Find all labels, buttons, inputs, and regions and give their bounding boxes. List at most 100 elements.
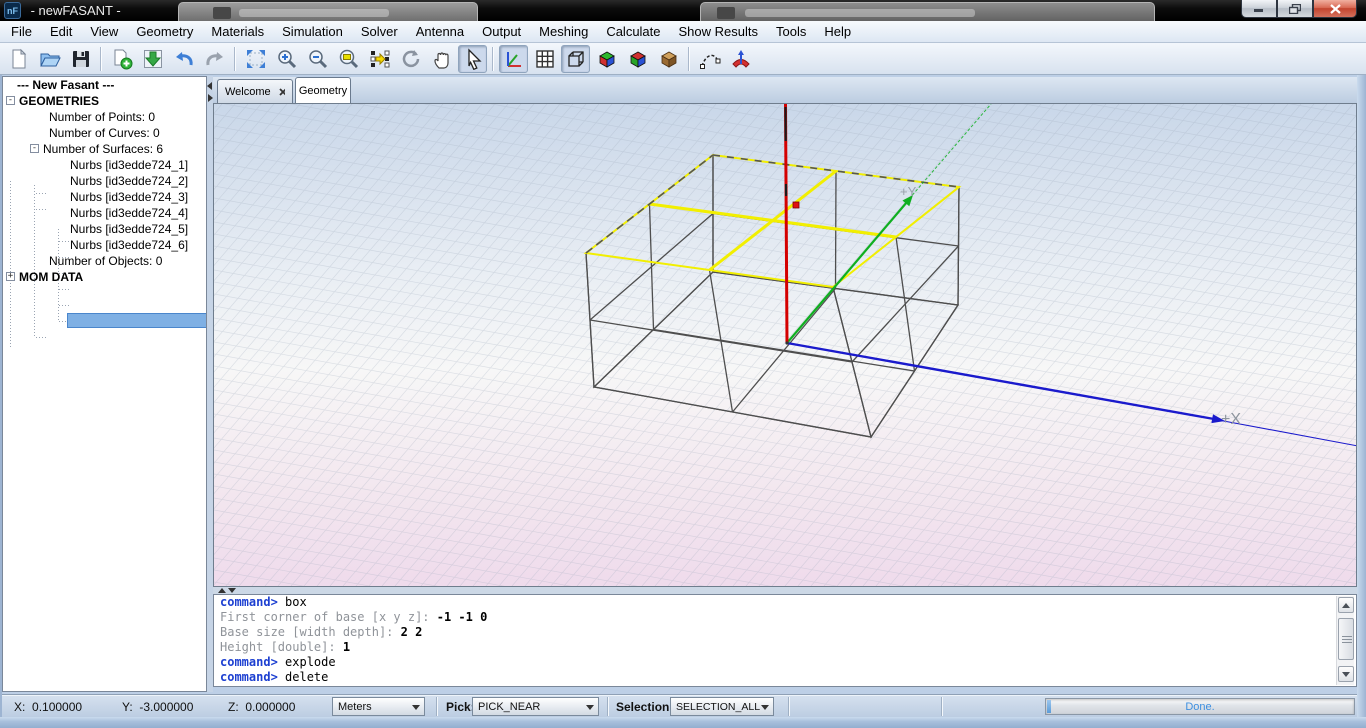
fit-view-button[interactable] (241, 45, 270, 73)
status-separator (436, 697, 438, 716)
tab-close-icon[interactable] (279, 88, 285, 96)
expand-up-icon[interactable] (218, 588, 226, 593)
rotate-view-icon (400, 48, 422, 70)
tree-item-points[interactable]: Number of Points: 0 (49, 110, 155, 125)
restore-button[interactable] (1277, 0, 1313, 18)
rotate-view-button[interactable] (396, 45, 425, 73)
minimize-button[interactable] (1241, 0, 1277, 18)
select-cursor-button[interactable] (458, 45, 487, 73)
menu-show-results[interactable]: Show Results (670, 21, 767, 42)
units-combobox[interactable]: Meters (332, 697, 425, 716)
close-icon (1330, 4, 1341, 14)
view-wireframe-button[interactable] (561, 45, 590, 73)
zoom-window-icon (338, 48, 360, 70)
tree-item-curves[interactable]: Number of Curves: 0 (49, 126, 160, 141)
tree-guide (59, 305, 69, 306)
tree-root[interactable]: --- New Fasant --- (17, 78, 114, 93)
units-value: Meters (338, 701, 372, 713)
view-solid-smooth-button[interactable] (623, 45, 652, 73)
solid-cube-textured-icon (658, 48, 680, 70)
menu-edit[interactable]: Edit (41, 21, 81, 42)
viewport-canvas[interactable]: +Y+X (214, 104, 1356, 586)
axis-label-x: +X (1221, 411, 1241, 428)
zoom-out-button[interactable] (303, 45, 332, 73)
expand-icon[interactable]: + (6, 272, 15, 281)
tree-item-geometries[interactable]: GEOMETRIES (19, 94, 99, 109)
undo-button[interactable] (169, 45, 198, 73)
save-icon (70, 48, 92, 70)
swap-view-button[interactable] (365, 45, 394, 73)
zoom-in-button[interactable] (272, 45, 301, 73)
far-field-button[interactable] (726, 45, 755, 73)
menu-calculate[interactable]: Calculate (597, 21, 669, 42)
save-button[interactable] (66, 45, 95, 73)
zoom-window-button[interactable] (334, 45, 363, 73)
menu-file[interactable]: File (2, 21, 41, 42)
tree-guide (59, 289, 69, 290)
tree-item-nurbs-3[interactable]: Nurbs [id3edde724_3] (70, 190, 188, 205)
new-file-button[interactable] (4, 45, 33, 73)
console-line: Height [double]: 1 (214, 640, 1356, 655)
menu-solver[interactable]: Solver (352, 21, 407, 42)
minimize-icon (1254, 4, 1264, 13)
tab-geometry[interactable]: Geometry (295, 77, 351, 103)
redo-button[interactable] (200, 45, 229, 73)
title-bar[interactable]: nF - newFASANT - (0, 0, 1366, 21)
tree-item-nurbs-5[interactable]: Nurbs [id3edde724_5] (70, 222, 188, 237)
tree-item-objects[interactable]: Number of Objects: 0 (49, 254, 162, 269)
toolbar-separator (492, 47, 494, 71)
console-scrollbar[interactable] (1336, 596, 1354, 685)
selection-value: SELECTION_ALL (676, 701, 760, 713)
panel-splitter-horizontal[interactable] (213, 587, 1357, 594)
parametric-curve-button[interactable] (695, 45, 724, 73)
import-geometry-button[interactable] (138, 45, 167, 73)
scrollbar-thumb[interactable] (1338, 618, 1354, 660)
collapse-down-icon[interactable] (228, 588, 236, 593)
menu-output[interactable]: Output (473, 21, 530, 42)
console-line: command> box (214, 595, 1356, 610)
view-solid-textured-button[interactable] (654, 45, 683, 73)
tree-item-surfaces[interactable]: Number of Surfaces: 6 (43, 142, 163, 157)
show-grid-button[interactable] (530, 45, 559, 73)
tab-welcome-label: Welcome (225, 86, 271, 98)
pick-label: Pick: (446, 700, 475, 714)
menu-simulation[interactable]: Simulation (273, 21, 352, 42)
scroll-up-button[interactable] (1338, 597, 1354, 613)
console-line: command> explode (214, 655, 1356, 670)
menu-materials[interactable]: Materials (202, 21, 273, 42)
new-geometry-button[interactable] (107, 45, 136, 73)
tree-item-nurbs-1[interactable]: Nurbs [id3edde724_1] (70, 158, 188, 173)
toolbar-separator (100, 47, 102, 71)
menu-view[interactable]: View (81, 21, 127, 42)
tree-item-nurbs-2[interactable]: Nurbs [id3edde724_2] (70, 174, 188, 189)
command-console[interactable]: command> box First corner of base [x y z… (213, 594, 1357, 687)
background-window-icon (213, 7, 231, 19)
pan-view-button[interactable] (427, 45, 456, 73)
tree-item-mom-data[interactable]: MOM DATA (19, 270, 83, 285)
far-field-icon (730, 48, 752, 70)
open-folder-button[interactable] (35, 45, 64, 73)
menu-help[interactable]: Help (815, 21, 860, 42)
point-marker (793, 202, 799, 208)
menu-meshing[interactable]: Meshing (530, 21, 597, 42)
tree-item-nurbs-6-selected[interactable]: Nurbs [id3edde724_6] (70, 238, 188, 253)
collapse-icon[interactable]: - (30, 144, 39, 153)
status-separator (788, 697, 790, 716)
selection-combobox[interactable]: SELECTION_ALL (670, 697, 774, 716)
tree-item-nurbs-4[interactable]: Nurbs [id3edde724_4] (70, 206, 188, 221)
tab-welcome[interactable]: Welcome (217, 79, 293, 103)
show-axes-button[interactable] (499, 45, 528, 73)
pick-combobox[interactable]: PICK_NEAR (472, 697, 599, 716)
viewport-3d[interactable]: +Y+X (213, 103, 1357, 587)
coord-x: X: 0.100000 (14, 700, 82, 714)
view-solid-flat-button[interactable] (592, 45, 621, 73)
scroll-down-icon (1342, 672, 1350, 677)
scroll-down-button[interactable] (1338, 666, 1354, 682)
close-button[interactable] (1313, 0, 1357, 18)
menu-antenna[interactable]: Antenna (407, 21, 473, 42)
collapse-icon[interactable]: - (6, 96, 15, 105)
menu-tools[interactable]: Tools (767, 21, 815, 42)
collapse-left-icon[interactable] (207, 82, 212, 90)
window-title: - newFASANT - (27, 3, 124, 18)
menu-geometry[interactable]: Geometry (127, 21, 202, 42)
